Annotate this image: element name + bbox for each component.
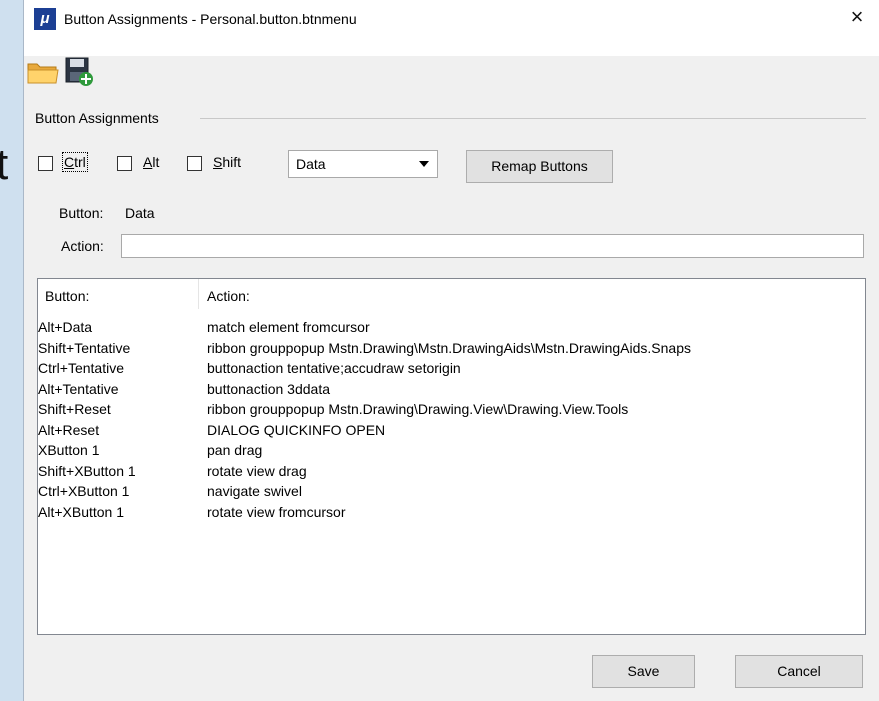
table-row[interactable]: XButton 1 pan drag [38, 440, 865, 461]
save-button[interactable]: Save [592, 655, 695, 688]
table-row[interactable]: Shift+Reset ribbon grouppopup Mstn.Drawin… [38, 399, 865, 420]
row-button-cell: Shift+Reset [38, 401, 111, 417]
column-header-button[interactable]: Button: [45, 288, 89, 304]
row-action-cell: rotate view fromcursor [207, 503, 346, 520]
list-header: Button: Action: [38, 279, 865, 313]
column-divider[interactable] [198, 279, 199, 309]
table-row[interactable]: Alt+Data match element fromcursor [38, 317, 865, 338]
title-bar[interactable]: μ Button Assignments - Personal.button.b… [24, 0, 879, 56]
row-action-cell: buttonaction 3ddata [207, 380, 330, 397]
alt-checkbox[interactable] [117, 156, 132, 171]
button-assignments-dialog: μ Button Assignments - Personal.button.b… [23, 0, 879, 701]
button-select-value: Data [296, 156, 326, 172]
row-action-cell: pan drag [207, 442, 263, 458]
row-button-cell: Alt+Reset [38, 421, 100, 438]
background-window: t [0, 0, 23, 701]
row-action-cell: rotate view drag [207, 462, 307, 479]
remap-buttons-button[interactable]: Remap Buttons [466, 150, 613, 183]
button-select-dropdown[interactable]: Data [288, 150, 438, 178]
row-button-cell: Alt+Tentative [38, 380, 119, 397]
table-row[interactable]: Shift+XButton 1 rotate view drag [38, 461, 865, 482]
button-assignments-group-label: Button Assignments [35, 110, 159, 126]
row-action-cell: buttonaction tentative;accudraw setorigi… [207, 360, 461, 376]
cancel-button[interactable]: Cancel [735, 655, 863, 688]
row-action-cell: navigate swivel [207, 483, 302, 499]
row-button-cell: Ctrl+XButton 1 [38, 483, 130, 499]
row-button-cell: Alt+XButton 1 [38, 503, 125, 520]
save-disk-icon[interactable] [64, 55, 94, 87]
table-row[interactable]: Ctrl+Tentative buttonaction tentative;acc… [38, 358, 865, 379]
group-divider [200, 118, 866, 119]
shift-checkbox[interactable] [187, 156, 202, 171]
row-action-cell: match element fromcursor [207, 319, 370, 335]
button-value: Data [125, 205, 155, 221]
app-icon: μ [34, 8, 56, 30]
row-button-cell: Ctrl+Tentative [38, 360, 124, 376]
alt-label[interactable]: Alt [143, 154, 159, 170]
row-action-cell: ribbon grouppopup Mstn.Drawing\Drawing.V… [207, 401, 629, 417]
ctrl-label[interactable]: Ctrl [62, 152, 88, 172]
table-row[interactable]: Alt+Tentative buttonaction 3ddata [38, 379, 865, 400]
row-button-cell: Shift+Tentative [38, 339, 131, 356]
shift-label[interactable]: Shift [213, 154, 241, 170]
table-row[interactable]: Ctrl+XButton 1 navigate swivel [38, 481, 865, 502]
column-header-action[interactable]: Action: [207, 288, 250, 304]
action-input[interactable] [121, 234, 864, 258]
assignments-list[interactable]: Button: Action: Alt+Data match element fr… [37, 278, 866, 635]
ctrl-checkbox[interactable] [38, 156, 53, 171]
row-button-cell: Shift+XButton 1 [38, 462, 136, 479]
row-action-cell: ribbon grouppopup Mstn.Drawing\Mstn.Draw… [207, 339, 692, 356]
close-icon[interactable]: × [844, 2, 870, 32]
button-label: Button: [59, 205, 104, 221]
background-partial-text: t [0, 140, 9, 189]
table-row[interactable]: Alt+XButton 1 rotate view fromcursor [38, 502, 865, 523]
table-row[interactable]: Alt+Reset DIALOG QUICKINFO OPEN [38, 420, 865, 441]
chevron-down-icon [419, 161, 429, 167]
row-button-cell: Alt+Data [38, 319, 93, 335]
action-label: Action: [61, 238, 104, 254]
table-row[interactable]: Shift+Tentative ribbon grouppopup Mstn.Dr… [38, 338, 865, 359]
list-rows: Alt+Data match element fromcursor Shift+Te… [38, 317, 865, 522]
folder-open-icon[interactable] [27, 57, 59, 85]
window-title: Button Assignments - Personal.button.btn… [64, 11, 357, 27]
row-button-cell: XButton 1 [38, 442, 100, 458]
row-action-cell: DIALOG QUICKINFO OPEN [207, 421, 386, 438]
